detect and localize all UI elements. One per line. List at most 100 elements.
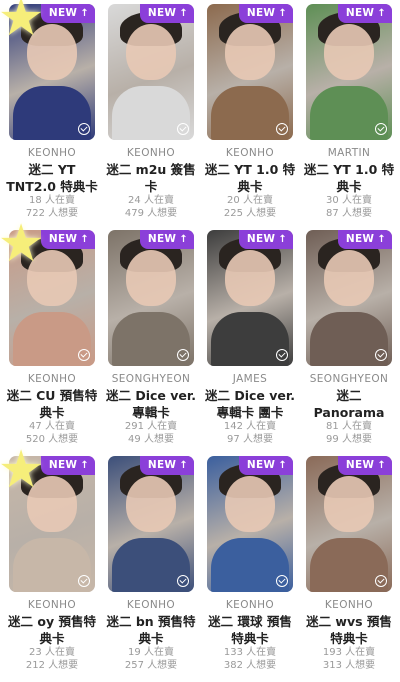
check-circle-icon[interactable] xyxy=(78,575,90,587)
check-circle-icon[interactable] xyxy=(375,349,387,361)
check-circle-icon[interactable] xyxy=(276,123,288,135)
wanting-count: 97 人想要 xyxy=(227,433,273,445)
member-name: KEONHO xyxy=(126,147,176,159)
new-badge-label: NEW xyxy=(147,459,177,471)
selling-count: 81 人在賣 xyxy=(326,421,372,432)
card-photo[interactable]: NEW ↑ xyxy=(207,230,293,366)
new-badge-label: NEW xyxy=(147,7,177,19)
check-circle-icon[interactable] xyxy=(78,123,90,135)
card-photo[interactable]: NEW ↑ xyxy=(207,4,293,140)
member-name: KEONHO xyxy=(27,373,77,385)
photo-face-shape xyxy=(126,476,176,532)
arrow-up-icon: ↑ xyxy=(278,234,287,245)
photocard-item[interactable]: NEW ↑ SEONGHYEON 迷二 Dice ver. 專輯卡 291 人在賣… xyxy=(104,226,198,452)
card-title[interactable]: 迷二 wvs 預售特典卡 xyxy=(302,613,396,647)
card-photo[interactable]: NEW ↑ xyxy=(306,456,392,592)
new-badge-label: NEW xyxy=(48,459,78,471)
new-badge: NEW ↑ xyxy=(40,4,95,23)
check-circle-icon[interactable] xyxy=(276,575,288,587)
selling-count: 20 人在賣 xyxy=(227,195,273,206)
new-badge: NEW ↑ xyxy=(238,456,293,475)
selling-count: 133 人在賣 xyxy=(223,647,277,658)
new-badge-label: NEW xyxy=(246,7,276,19)
check-circle-icon[interactable] xyxy=(177,349,189,361)
card-title[interactable]: 迷二 Dice ver. 專輯卡 xyxy=(104,387,198,421)
wanting-count: 382 人想要 xyxy=(223,659,277,671)
check-circle-icon[interactable] xyxy=(375,575,387,587)
card-photo[interactable]: NEW ↑ xyxy=(306,230,392,366)
new-badge: NEW ↑ xyxy=(238,230,293,249)
photocard-item[interactable]: NEW ↑ ★ KEONHO 迷二 CU 預售特典卡 47 人在賣 520 人想要 xyxy=(0,218,99,452)
selling-count: 24 人在賣 xyxy=(128,195,174,206)
check-circle-icon[interactable] xyxy=(375,123,387,135)
star-sticker-icon: ★ xyxy=(0,214,45,274)
new-badge: NEW ↑ xyxy=(139,230,194,249)
arrow-up-icon: ↑ xyxy=(179,460,188,471)
check-circle-icon[interactable] xyxy=(177,123,189,135)
check-circle-icon[interactable] xyxy=(78,349,90,361)
new-badge: NEW ↑ xyxy=(238,4,293,23)
wanting-count: 49 人想要 xyxy=(128,433,174,445)
card-title[interactable]: 迷二 YT 1.0 特典卡 xyxy=(203,161,297,195)
photocard-item[interactable]: NEW ↑ JAMES 迷二 Dice ver. 專輯卡 團卡 142 人在賣 9… xyxy=(203,226,297,452)
check-circle-icon[interactable] xyxy=(276,349,288,361)
new-badge-label: NEW xyxy=(48,7,78,19)
member-name: KEONHO xyxy=(126,599,176,611)
photo-face-shape xyxy=(225,250,275,306)
card-title[interactable]: 迷二 YT 1.0 特典卡 xyxy=(302,161,396,195)
card-title[interactable]: 迷二 m2u 簽售卡 xyxy=(104,161,198,195)
member-name: KEONHO xyxy=(225,147,275,159)
card-title[interactable]: 迷二 bn 預售特典卡 xyxy=(104,613,198,647)
photocard-item[interactable]: NEW ↑ KEONHO 迷二 YT 1.0 特典卡 20 人在賣 225 人想要 xyxy=(203,0,297,226)
check-circle-icon[interactable] xyxy=(177,575,189,587)
card-title[interactable]: 迷二 Panorama A... xyxy=(302,387,396,421)
card-photo[interactable]: NEW ↑ xyxy=(108,456,194,592)
card-title[interactable]: 迷二 oy 預售特典卡 xyxy=(5,613,99,647)
photocard-item[interactable]: NEW ↑ KEONHO 迷二 wvs 預售特典卡 193 人在賣 313 人想要 xyxy=(302,452,396,682)
wanting-count: 479 人想要 xyxy=(124,207,178,219)
card-photo[interactable]: NEW ↑ xyxy=(207,456,293,592)
wanting-count: 257 人想要 xyxy=(124,659,178,671)
photocard-item[interactable]: NEW ↑ MARTIN 迷二 YT 1.0 特典卡 30 人在賣 87 人想要 xyxy=(302,0,396,226)
selling-count: 18 人在賣 xyxy=(29,195,75,206)
star-sticker-icon: ★ xyxy=(0,440,45,500)
member-name: SEONGHYEON xyxy=(309,373,389,385)
selling-count: 291 人在賣 xyxy=(124,421,178,432)
wanting-count: 99 人想要 xyxy=(326,433,372,445)
photocard-item[interactable]: NEW ↑ KEONHO 迷二 bn 預售特典卡 19 人在賣 257 人想要 xyxy=(104,452,198,682)
wanting-count: 87 人想要 xyxy=(326,207,372,219)
new-badge-label: NEW xyxy=(246,459,276,471)
member-name: KEONHO xyxy=(27,147,77,159)
member-name: KEONHO xyxy=(27,599,77,611)
photocard-item[interactable]: NEW ↑ ★ KEONHO 迷二 YT TNT2.0 特典卡 18 人在賣 72… xyxy=(0,0,99,226)
photocard-item[interactable]: NEW ↑ KEONHO 迷二 m2u 簽售卡 24 人在賣 479 人想要 xyxy=(104,0,198,226)
card-photo[interactable]: NEW ↑ xyxy=(108,4,194,140)
new-badge: NEW ↑ xyxy=(337,230,392,249)
selling-count: 142 人在賣 xyxy=(223,421,277,432)
photo-face-shape xyxy=(324,24,374,80)
card-title[interactable]: 迷二 環球 預售特典卡 xyxy=(203,613,297,647)
card-title[interactable]: 迷二 Dice ver. 專輯卡 團卡 xyxy=(203,387,297,421)
photocard-item[interactable]: NEW↑ SEONGHYEON 迷二 Panorama A... 81 人在賣 … xyxy=(302,226,396,452)
member-name: KEONHO xyxy=(225,599,275,611)
arrow-up-icon: ↑ xyxy=(179,8,188,19)
card-photo[interactable]: NEW ↑ xyxy=(108,230,194,366)
star-sticker-icon: ★ xyxy=(0,0,45,48)
selling-count: 47 人在賣 xyxy=(29,421,75,432)
photocard-item[interactable]: NEW ↑ ★ KEONHO 迷二 oy 預售特典卡 23 人在賣 212 人想要 xyxy=(0,444,99,682)
new-badge-label: NEW xyxy=(345,233,375,245)
card-photo[interactable]: NEW ↑ xyxy=(306,4,392,140)
arrow-up-icon: ↑ xyxy=(377,460,386,471)
photocard-grid: NEW ↑ ★ KEONHO 迷二 YT TNT2.0 特典卡 18 人在賣 72… xyxy=(0,0,400,682)
arrow-up-icon: ↑ xyxy=(377,234,386,245)
photocard-item[interactable]: NEW ↑ KEONHO 迷二 環球 預售特典卡 133 人在賣 382 人想要 xyxy=(203,452,297,682)
arrow-up-icon: ↑ xyxy=(80,460,89,471)
new-badge: NEW ↑ xyxy=(139,4,194,23)
new-badge: NEW ↑ xyxy=(337,456,392,475)
member-name: JAMES xyxy=(232,373,268,385)
card-title[interactable]: 迷二 CU 預售特典卡 xyxy=(5,387,99,421)
selling-count: 19 人在賣 xyxy=(128,647,174,658)
card-title[interactable]: 迷二 YT TNT2.0 特典卡 xyxy=(5,161,99,195)
new-badge: NEW ↑ xyxy=(40,456,95,475)
new-badge-label: NEW xyxy=(345,7,375,19)
